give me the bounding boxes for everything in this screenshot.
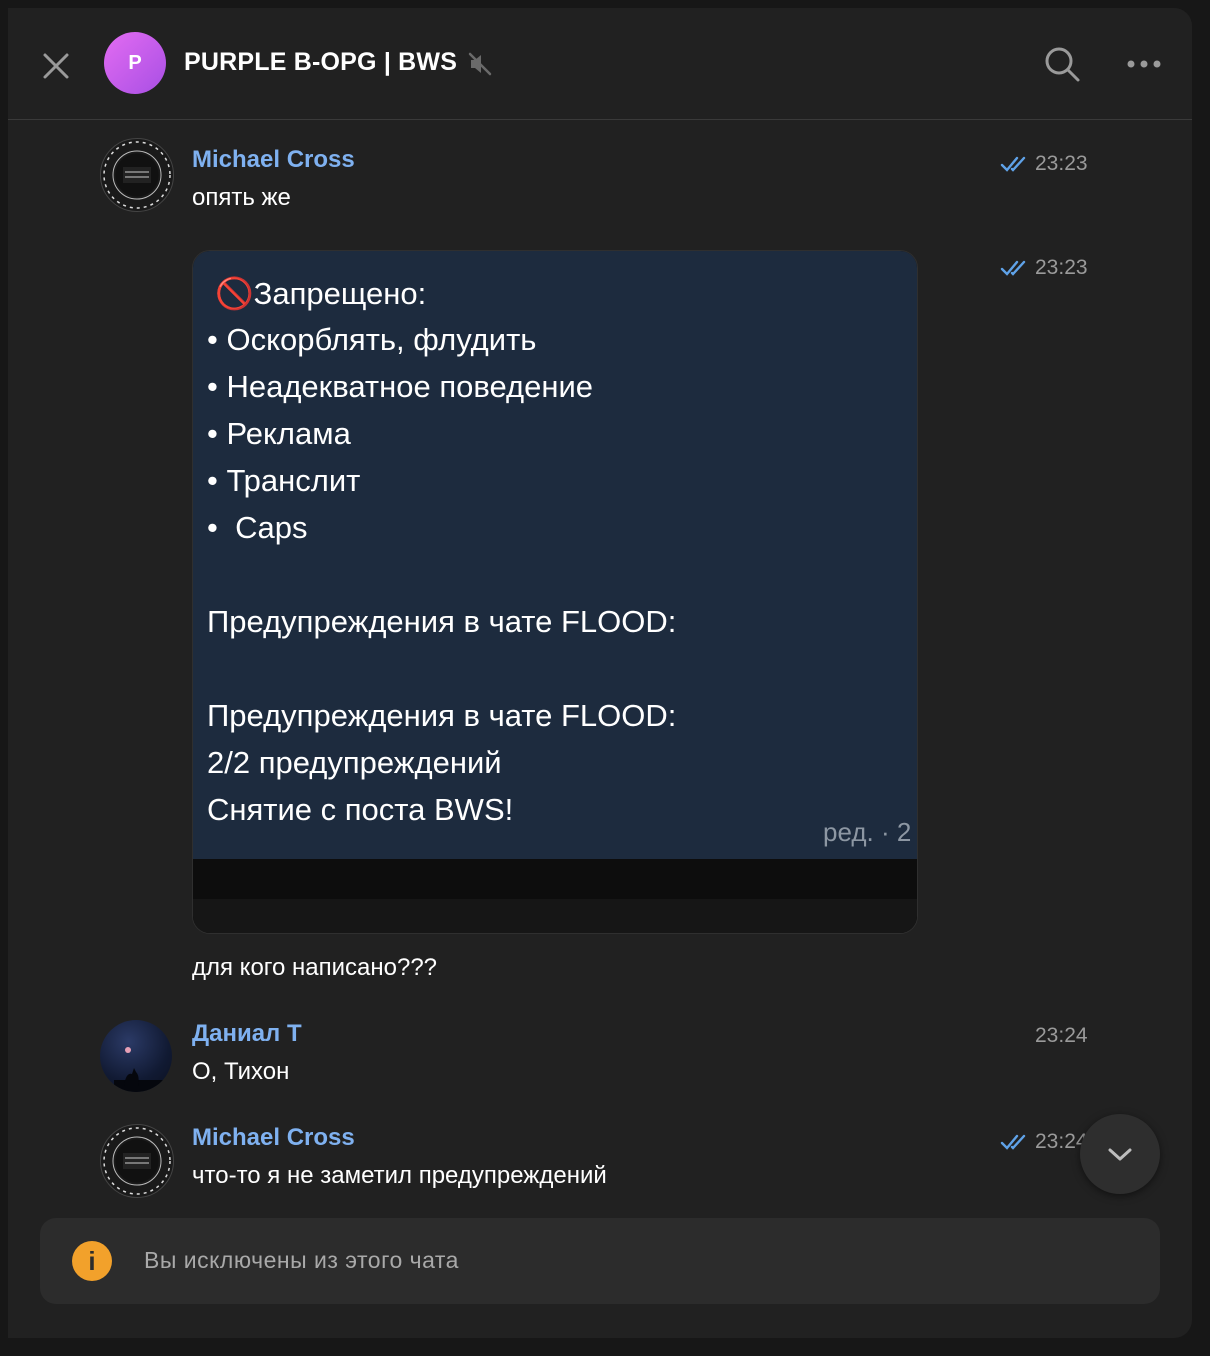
screenshot-line: 🚫Запрещено:: [215, 276, 427, 311]
screenshot-line: Предупреждения в чате FLOOD:: [207, 604, 677, 639]
double-check-icon: [1000, 260, 1026, 276]
message-time: 23:23: [1035, 256, 1088, 279]
media-message[interactable]: 🚫Запрещено: • Оскорблять, флудить • Неад…: [192, 250, 918, 934]
screenshot-strip: [193, 899, 917, 933]
screenshot-line: • Реклама: [207, 416, 351, 451]
message-time: 23:23: [1035, 152, 1088, 175]
message-sender[interactable]: Даниал Т: [192, 1020, 302, 1048]
chat-header: P PURPLE B-OPG | BWS: [8, 8, 1192, 120]
message-text: что-то я не заметил предупреждений: [192, 1162, 607, 1189]
screenshot-line: • Неадекватное поведение: [207, 369, 594, 404]
chat-title[interactable]: PURPLE B-OPG | BWS: [184, 48, 457, 77]
notice-text: Вы исключены из этого чата: [144, 1247, 459, 1273]
chevron-down-icon: [1108, 1148, 1132, 1161]
double-check-icon: [1000, 1134, 1026, 1150]
screenshot-bottom: [193, 859, 917, 933]
message-time: 23:24: [1035, 1024, 1088, 1047]
muted-icon: [468, 52, 492, 76]
search-icon: [1045, 47, 1080, 82]
clock-avatar-art: [103, 141, 171, 209]
chat-window: P PURPLE B-OPG | BWS Michael Cross опять…: [8, 8, 1192, 1338]
message-text: О, Тихон: [192, 1058, 290, 1085]
clock-avatar[interactable]: [100, 138, 174, 212]
double-check-icon: [1000, 156, 1026, 172]
clock-avatar-art: [103, 1127, 171, 1195]
chat-avatar[interactable]: P: [104, 32, 166, 94]
search-button[interactable]: [1042, 44, 1082, 84]
night-avatar[interactable]: [100, 1020, 172, 1092]
message-text: опять же: [192, 184, 291, 211]
screenshot-line: Предупреждения в чате FLOOD:: [207, 698, 677, 733]
chat-avatar-letter: P: [128, 51, 142, 74]
scroll-down-button[interactable]: [1080, 1114, 1160, 1194]
message-text: для кого написано???: [192, 954, 438, 981]
screenshot-line: Снятие с поста BWS!: [207, 792, 514, 827]
more-icon: [1127, 60, 1161, 68]
close-button[interactable]: [36, 46, 76, 86]
screenshot-line: • Оскорблять, флудить: [207, 322, 537, 357]
close-icon: [43, 53, 69, 79]
removed-from-chat-notice: i Вы исключены из этого чата: [40, 1218, 1160, 1304]
clock-avatar[interactable]: [100, 1124, 174, 1198]
message-list[interactable]: Michael Cross опять же 23:23 🚫Запрещено:…: [8, 120, 1192, 1220]
screenshot-image: 🚫Запрещено: • Оскорблять, флудить • Неад…: [193, 251, 917, 859]
screenshot-line: 2/2 предупреждений: [207, 745, 502, 780]
screenshot-line: • Caps: [207, 510, 308, 545]
night-avatar-art: [114, 1047, 164, 1092]
screenshot-edited-label: ред. · 2: [823, 817, 912, 847]
message-sender[interactable]: Michael Cross: [192, 1124, 355, 1152]
info-icon: i: [72, 1241, 112, 1281]
more-button[interactable]: [1122, 48, 1166, 80]
screenshot-line: • Транслит: [207, 463, 361, 498]
message-sender[interactable]: Michael Cross: [192, 146, 355, 174]
